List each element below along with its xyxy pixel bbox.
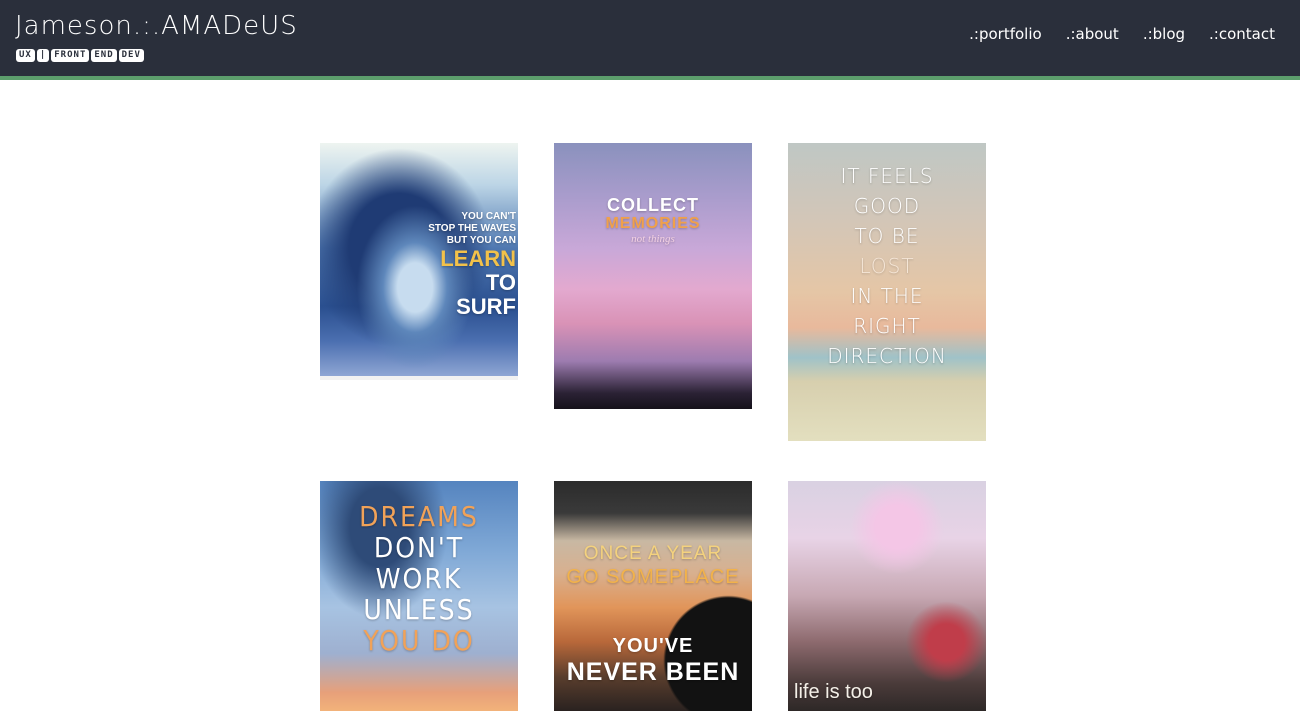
gallery-tile-someplace[interactable]: ONCE A YEAR GO SOMEPLACE YOU'VE NEVER BE… — [554, 481, 752, 711]
gallery-tile-lost[interactable]: IT FEELS GOOD TO BE LOST IN THE RIGHT DI… — [788, 143, 986, 441]
tile-text: COLLECT — [607, 195, 699, 215]
tile-text: MEMORIES — [605, 215, 701, 232]
tile-text: YOU'VE — [612, 635, 694, 657]
tile-text: TO — [485, 269, 516, 295]
tile-text: DIRECTION — [827, 344, 947, 368]
tagline-chip: FRONT — [51, 49, 90, 62]
tagline-chip: DEV — [118, 49, 144, 62]
tile-text: SURF — [456, 293, 516, 319]
tile-text: LOST — [859, 254, 915, 278]
site-logo-title[interactable]: Jameson.:.AMADeUS — [15, 11, 298, 41]
main-nav: .:portfolio .:about .:blog .:contact — [969, 22, 1275, 46]
tile-text: UNLESS — [363, 593, 475, 626]
tile-text: DREAMS — [359, 500, 479, 533]
portfolio-gallery: YOU CAN'T STOP THE WAVES BUT YOU CAN LEA… — [320, 143, 986, 711]
nav-link-about[interactable]: .:about — [1066, 22, 1119, 46]
tile-text: STOP THE WAVES — [428, 222, 516, 234]
tagline-chip: END — [91, 49, 117, 62]
gallery-tile-wave[interactable]: YOU CAN'T STOP THE WAVES BUT YOU CAN LEA… — [320, 143, 518, 376]
nav-link-blog[interactable]: .:blog — [1143, 22, 1185, 46]
gallery-tile-confetti[interactable]: life is too — [788, 481, 986, 711]
tagline-chip: UX — [16, 49, 35, 62]
tile-text: NEVER BEEN — [566, 658, 740, 686]
tile-text: not things — [631, 233, 675, 245]
tile-text: IT FEELS — [840, 164, 934, 188]
tile-text: LEARN — [440, 245, 516, 271]
tile-text: YOU DO — [363, 624, 475, 657]
tagline-chip: | — [36, 49, 50, 62]
site-tagline: UX | FRONT END DEV — [16, 49, 144, 62]
tile-text: WORK — [375, 562, 463, 595]
tile-text: ONCE A YEAR — [583, 543, 723, 564]
tile-text: DON'T — [373, 531, 465, 564]
tile-text: RIGHT — [853, 314, 921, 338]
nav-link-contact[interactable]: .:contact — [1209, 22, 1275, 46]
tile-text: TO BE — [854, 224, 920, 248]
gallery-tile-dreams[interactable]: DREAMS DON'T WORK UNLESS YOU DO — [320, 481, 518, 711]
nav-link-portfolio[interactable]: .:portfolio — [969, 22, 1042, 46]
tile-text: IN THE — [850, 284, 924, 308]
tile-text: YOU CAN'T — [461, 210, 516, 222]
tile-caption: YOU CAN'T STOP THE WAVES BUT YOU CAN LEA… — [320, 211, 518, 319]
gallery-tile-memories[interactable]: COLLECT MEMORIES not things — [554, 143, 752, 409]
tile-text: GO SOMEPLACE — [566, 566, 740, 588]
site-header: Jameson.:.AMADeUS UX | FRONT END DEV .:p… — [0, 0, 1300, 80]
tile-text: BUT YOU CAN — [446, 234, 516, 246]
tile-text: GOOD — [853, 194, 921, 218]
